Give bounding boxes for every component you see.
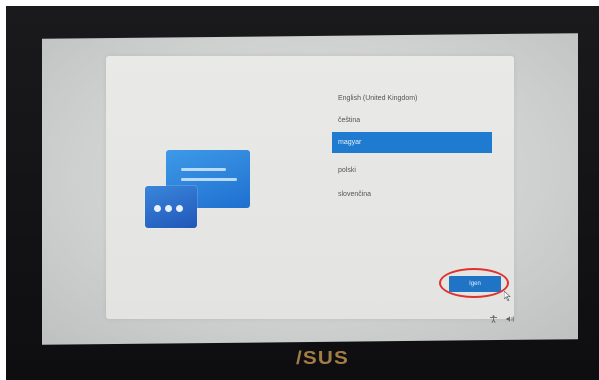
- accessibility-icon[interactable]: [489, 315, 498, 323]
- brand-logo: /SUS: [296, 348, 349, 368]
- language-option-cestina[interactable]: čeština: [332, 110, 492, 131]
- language-option-english-uk[interactable]: English (United Kingdom): [332, 88, 492, 109]
- illustration-dot: [154, 205, 161, 212]
- illustration-dot: [165, 205, 172, 212]
- next-button[interactable]: Igen: [449, 276, 501, 292]
- illustration-dot: [176, 205, 183, 212]
- volume-icon[interactable]: [506, 315, 515, 323]
- language-option-slovencina[interactable]: slovenčina: [332, 184, 492, 205]
- mouse-pointer-icon: [504, 291, 511, 301]
- illustration-line: [181, 168, 226, 171]
- language-option-polski[interactable]: polski: [332, 160, 492, 181]
- illustration-line: [181, 178, 237, 181]
- language-option-magyar[interactable]: magyar: [332, 132, 492, 153]
